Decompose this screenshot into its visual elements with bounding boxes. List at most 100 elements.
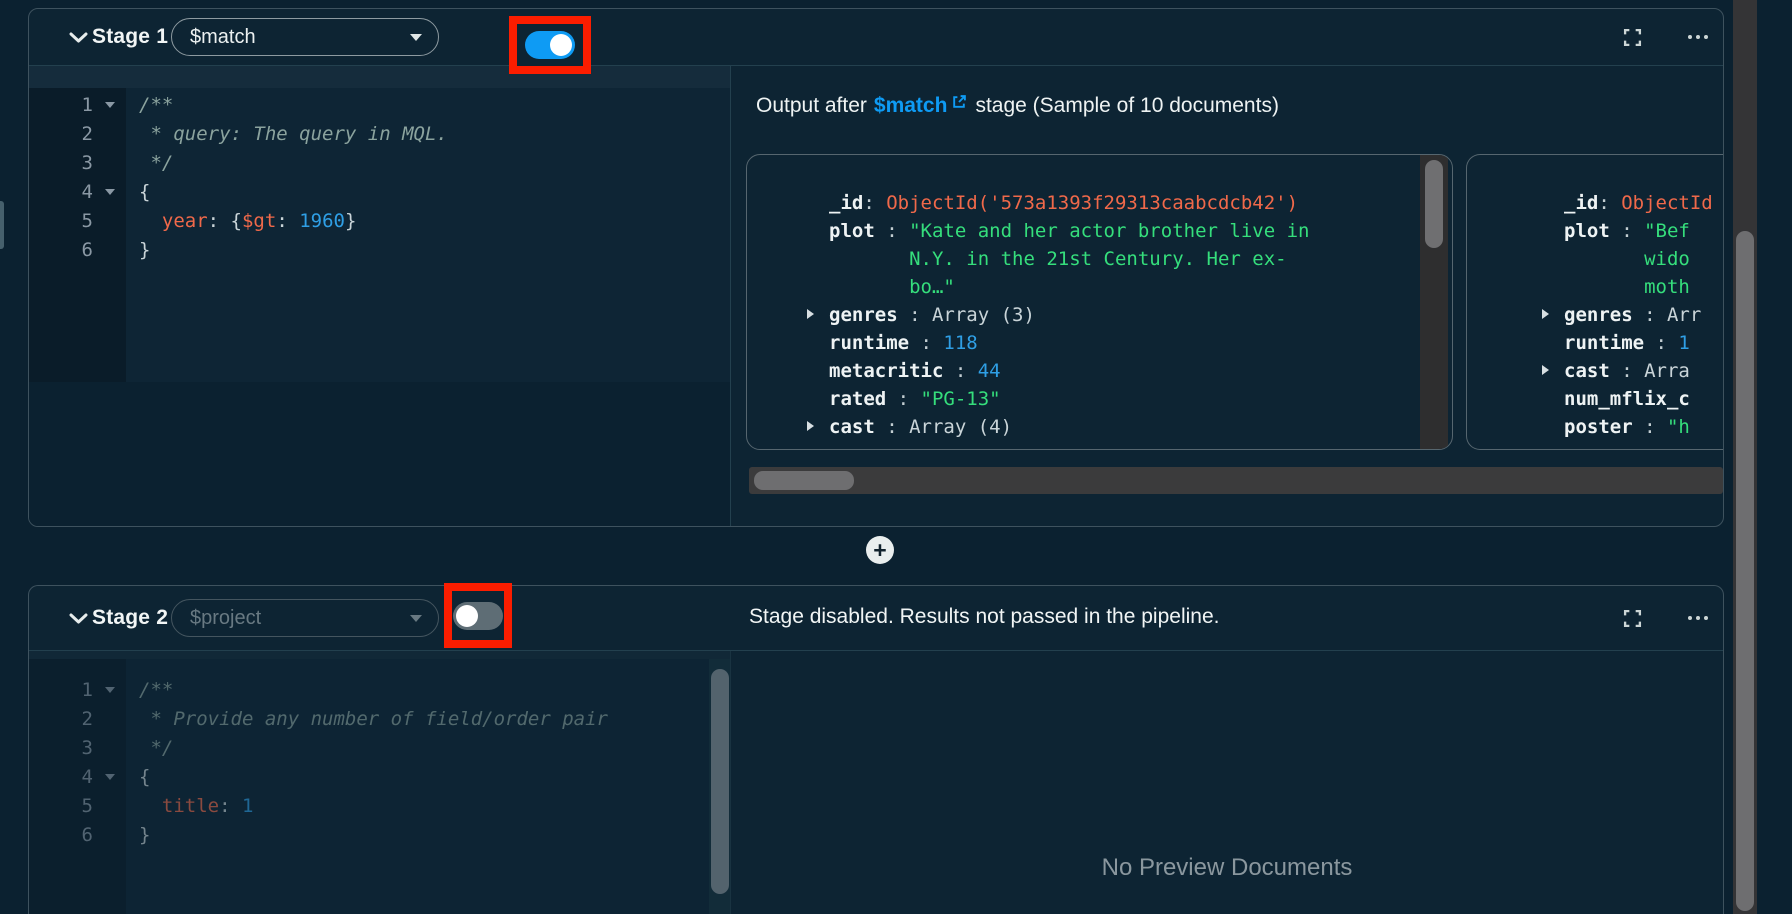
doc-field-key: cast — [829, 413, 875, 441]
fold-caret-icon[interactable] — [105, 774, 115, 780]
code-line: 2 * query: The query in MQL. — [29, 119, 730, 148]
doc-field-key: plot — [829, 217, 875, 301]
doc-field-row: rated : "PG-13" — [747, 385, 1406, 413]
doc-field-separator: : — [898, 301, 932, 329]
doc-caret-column — [807, 385, 829, 413]
stage2-enable-toggle[interactable] — [453, 602, 503, 630]
match-docs-link[interactable]: $match — [874, 94, 948, 118]
gutter-fold-column — [93, 102, 126, 108]
doc-field-key: cast — [1564, 357, 1610, 385]
doc-caret-column — [1542, 413, 1564, 441]
plus-icon: + — [873, 539, 886, 562]
document-scrollbar-track[interactable] — [1420, 155, 1448, 449]
code-token: { — [139, 766, 150, 788]
code-line: 4{ — [29, 177, 730, 206]
code-token: title — [162, 795, 219, 817]
doc-field-separator: : — [886, 385, 920, 413]
add-stage-button[interactable]: + — [866, 536, 894, 564]
doc-field-separator: : — [875, 217, 909, 301]
panel-resize-handle[interactable] — [0, 201, 4, 249]
doc-caret-column — [807, 301, 829, 329]
external-link-icon — [951, 94, 967, 110]
stage2-collapse-button[interactable] — [63, 604, 93, 634]
stage2-card: Stage 2 $project Stage disabled. Results… — [28, 585, 1724, 914]
editor-scrollbar-track[interactable] — [709, 659, 731, 914]
doc-field-separator: : — [863, 189, 886, 217]
stage1-editor[interactable]: 1/**2 * query: The query in MQL. 3 */ 4{5 … — [29, 66, 731, 527]
caret-right-icon[interactable] — [807, 421, 814, 431]
line-number: 5 — [29, 795, 93, 817]
doc-field-separator: : — [1610, 217, 1644, 301]
editor-top-strip — [29, 66, 730, 88]
stage2-preview: No Preview Documents — [731, 651, 1723, 914]
doc-field-value: "h — [1667, 413, 1690, 441]
code-token: */ — [139, 152, 173, 174]
code-text: * query: The query in MQL. — [126, 123, 448, 145]
doc-caret-column — [1542, 217, 1564, 301]
doc-caret-column — [807, 189, 829, 217]
doc-caret-column — [1542, 189, 1564, 217]
stage1-operator-dropdown[interactable]: $match — [171, 18, 439, 56]
preview-documents-row: _id: ObjectId('573a1393f29313caabcdcb42'… — [746, 154, 1723, 450]
fold-caret-icon[interactable] — [105, 189, 115, 195]
line-number: 5 — [29, 210, 93, 232]
doc-field-key: poster — [1564, 413, 1633, 441]
doc-field-separator: : — [909, 329, 943, 357]
code-text: { — [126, 181, 150, 203]
document-scrollbar-thumb[interactable] — [1425, 160, 1443, 248]
doc-field-value: Array (3) — [932, 301, 1035, 329]
line-number: 1 — [29, 679, 93, 701]
stage2-editor[interactable]: 1/**2 * Provide any number of field/orde… — [29, 651, 731, 914]
doc-field-value: ObjectId('573a1393f29313caabcdcb42') — [886, 189, 1298, 217]
stage2-operator-dropdown[interactable]: $project — [171, 599, 439, 637]
code-token: : { — [208, 210, 242, 232]
line-number: 3 — [29, 152, 93, 174]
doc-caret-column — [807, 357, 829, 385]
stage1-code-lines: 1/**2 * query: The query in MQL. 3 */ 4{5 … — [29, 90, 730, 264]
doc-field-row: runtime : 118 — [747, 329, 1406, 357]
preview-hscrollbar-track[interactable] — [749, 467, 1723, 494]
preview-hscrollbar-thumb[interactable] — [754, 471, 854, 490]
stage1-header: Stage 1 $match — [29, 9, 1723, 66]
gutter-fold-column — [93, 687, 126, 693]
stage1-fullscreen-button[interactable] — [1615, 20, 1649, 54]
stage2-fullscreen-button[interactable] — [1615, 601, 1649, 635]
caret-right-icon[interactable] — [1542, 309, 1549, 319]
preview-title-suffix: stage (Sample of 10 documents) — [975, 94, 1279, 118]
line-number: 6 — [29, 239, 93, 261]
code-token: } — [345, 210, 356, 232]
ellipsis-icon — [1688, 616, 1708, 620]
stage1-enable-toggle[interactable] — [525, 31, 575, 59]
code-token: $gt — [242, 210, 276, 232]
doc-caret-column — [807, 413, 829, 441]
doc-field-separator: : — [875, 413, 909, 441]
fold-caret-icon[interactable] — [105, 102, 115, 108]
doc-field-value: ObjectId — [1621, 189, 1713, 217]
code-text: */ — [126, 152, 173, 174]
line-number: 6 — [29, 824, 93, 846]
stage2-label: Stage 2 — [92, 606, 168, 630]
preview-document-card-2: _id: ObjectIdplot : "Bef wido mothgenres… — [1466, 154, 1723, 450]
code-token: */ — [139, 737, 173, 759]
caret-right-icon[interactable] — [807, 309, 814, 319]
stage2-options-button[interactable] — [1681, 601, 1715, 635]
fold-caret-icon[interactable] — [105, 687, 115, 693]
doc-field-key: runtime — [829, 329, 909, 357]
stage1-collapse-button[interactable] — [63, 23, 93, 53]
caret-right-icon[interactable] — [1542, 365, 1549, 375]
code-line: 1/** — [29, 90, 730, 119]
stage1-options-button[interactable] — [1681, 20, 1715, 54]
code-text: } — [126, 824, 150, 846]
page-scrollbar-thumb[interactable] — [1736, 231, 1754, 911]
doc-field-separator: : — [1633, 413, 1667, 441]
code-text: * Provide any number of field/order pair — [126, 708, 608, 730]
doc-field-key: plot — [1564, 217, 1610, 301]
code-text: } — [126, 239, 150, 261]
doc-field-value: Array (4) — [909, 413, 1012, 441]
editor-scrollbar-thumb[interactable] — [711, 669, 729, 894]
code-line: 6} — [29, 235, 730, 264]
code-line: 5 year: {$gt: 1960} — [29, 206, 730, 235]
annotation-box-stage2-toggle — [444, 583, 512, 648]
doc-field-row: poster : "h — [1482, 413, 1723, 441]
doc-field-value: 44 — [978, 357, 1001, 385]
